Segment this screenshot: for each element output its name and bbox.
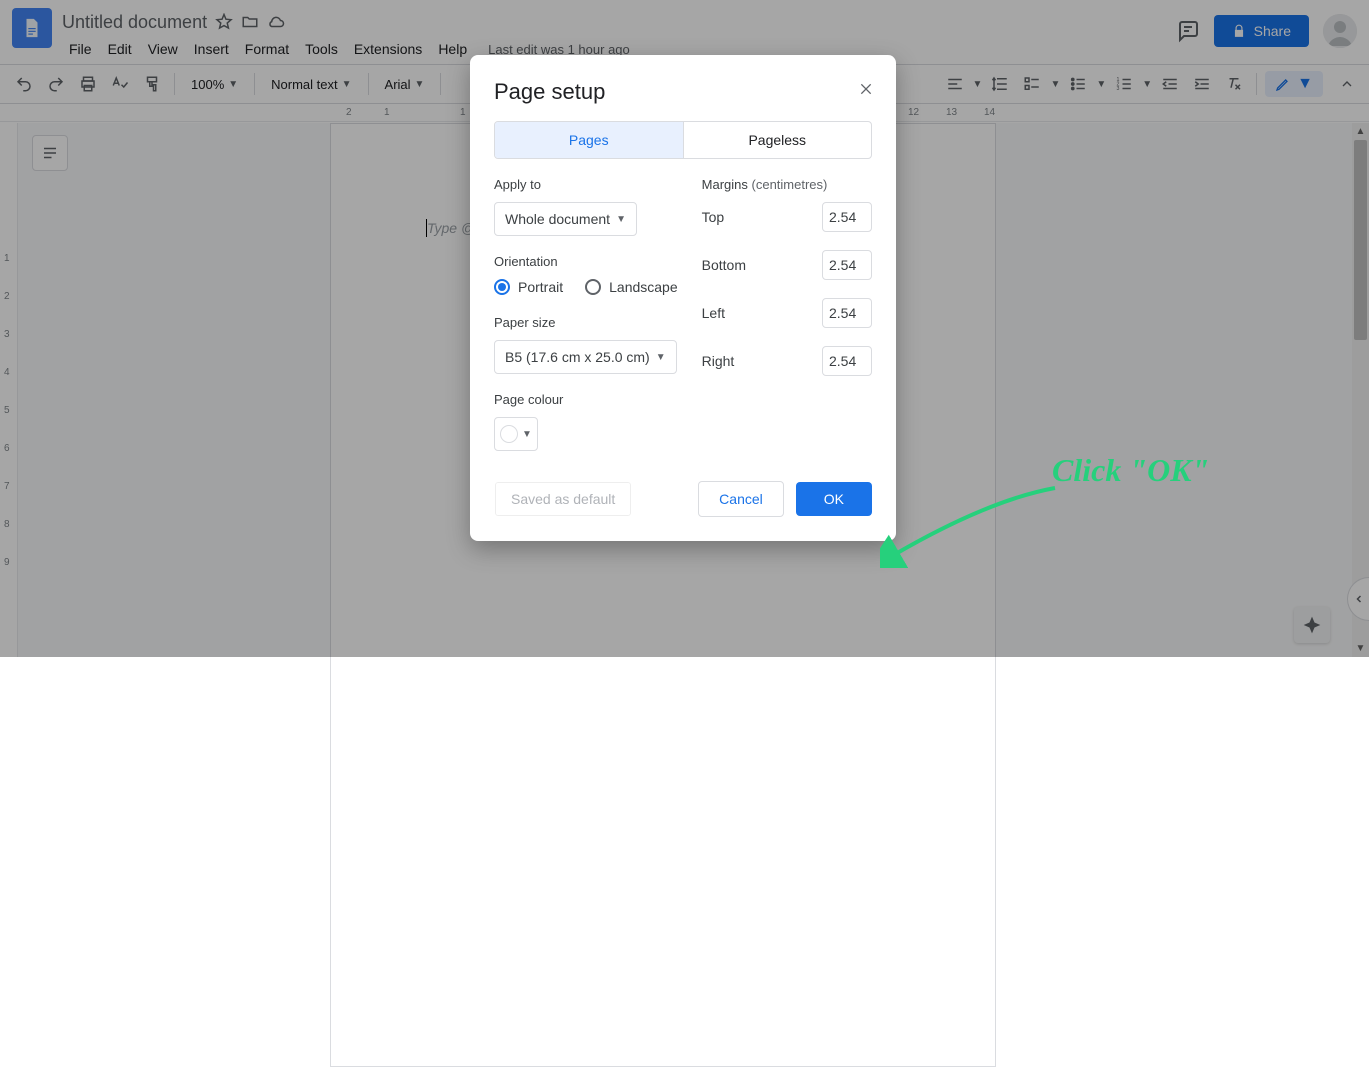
orientation-landscape-radio[interactable]: Landscape: [585, 279, 678, 295]
margin-right-input[interactable]: [822, 346, 872, 376]
radio-dot-icon: [494, 279, 510, 295]
close-button[interactable]: [854, 77, 878, 101]
orientation-portrait-radio[interactable]: Portrait: [494, 279, 563, 295]
margin-bottom-label: Bottom: [702, 257, 746, 273]
dialog-title: Page setup: [494, 79, 872, 105]
tab-pages[interactable]: Pages: [495, 122, 683, 158]
radio-dot-icon: [585, 279, 601, 295]
margin-right-label: Right: [702, 353, 735, 369]
close-icon: [858, 81, 874, 97]
set-default-button[interactable]: Saved as default: [494, 481, 632, 517]
apply-to-dropdown[interactable]: Whole document▼: [494, 202, 637, 236]
colour-swatch: [500, 425, 518, 443]
margin-top-input[interactable]: [822, 202, 872, 232]
tab-pageless[interactable]: Pageless: [683, 122, 872, 158]
paper-size-label: Paper size: [494, 315, 678, 330]
margins-label: Margins (centimetres): [702, 177, 872, 192]
page-colour-label: Page colour: [494, 392, 678, 407]
mode-segmented-control: Pages Pageless: [494, 121, 872, 159]
orientation-label: Orientation: [494, 254, 678, 269]
paper-size-dropdown[interactable]: B5 (17.6 cm x 25.0 cm)▼: [494, 340, 677, 374]
cancel-button[interactable]: Cancel: [698, 481, 784, 517]
margin-top-label: Top: [702, 209, 725, 225]
page-colour-dropdown[interactable]: ▼: [494, 417, 538, 451]
margin-left-input[interactable]: [822, 298, 872, 328]
apply-to-label: Apply to: [494, 177, 678, 192]
margin-bottom-input[interactable]: [822, 250, 872, 280]
annotation-text: Click "OK": [1052, 452, 1209, 489]
ok-button[interactable]: OK: [796, 482, 872, 516]
margin-left-label: Left: [702, 305, 725, 321]
page-setup-dialog: Page setup Pages Pageless Apply to Whole…: [470, 55, 896, 541]
